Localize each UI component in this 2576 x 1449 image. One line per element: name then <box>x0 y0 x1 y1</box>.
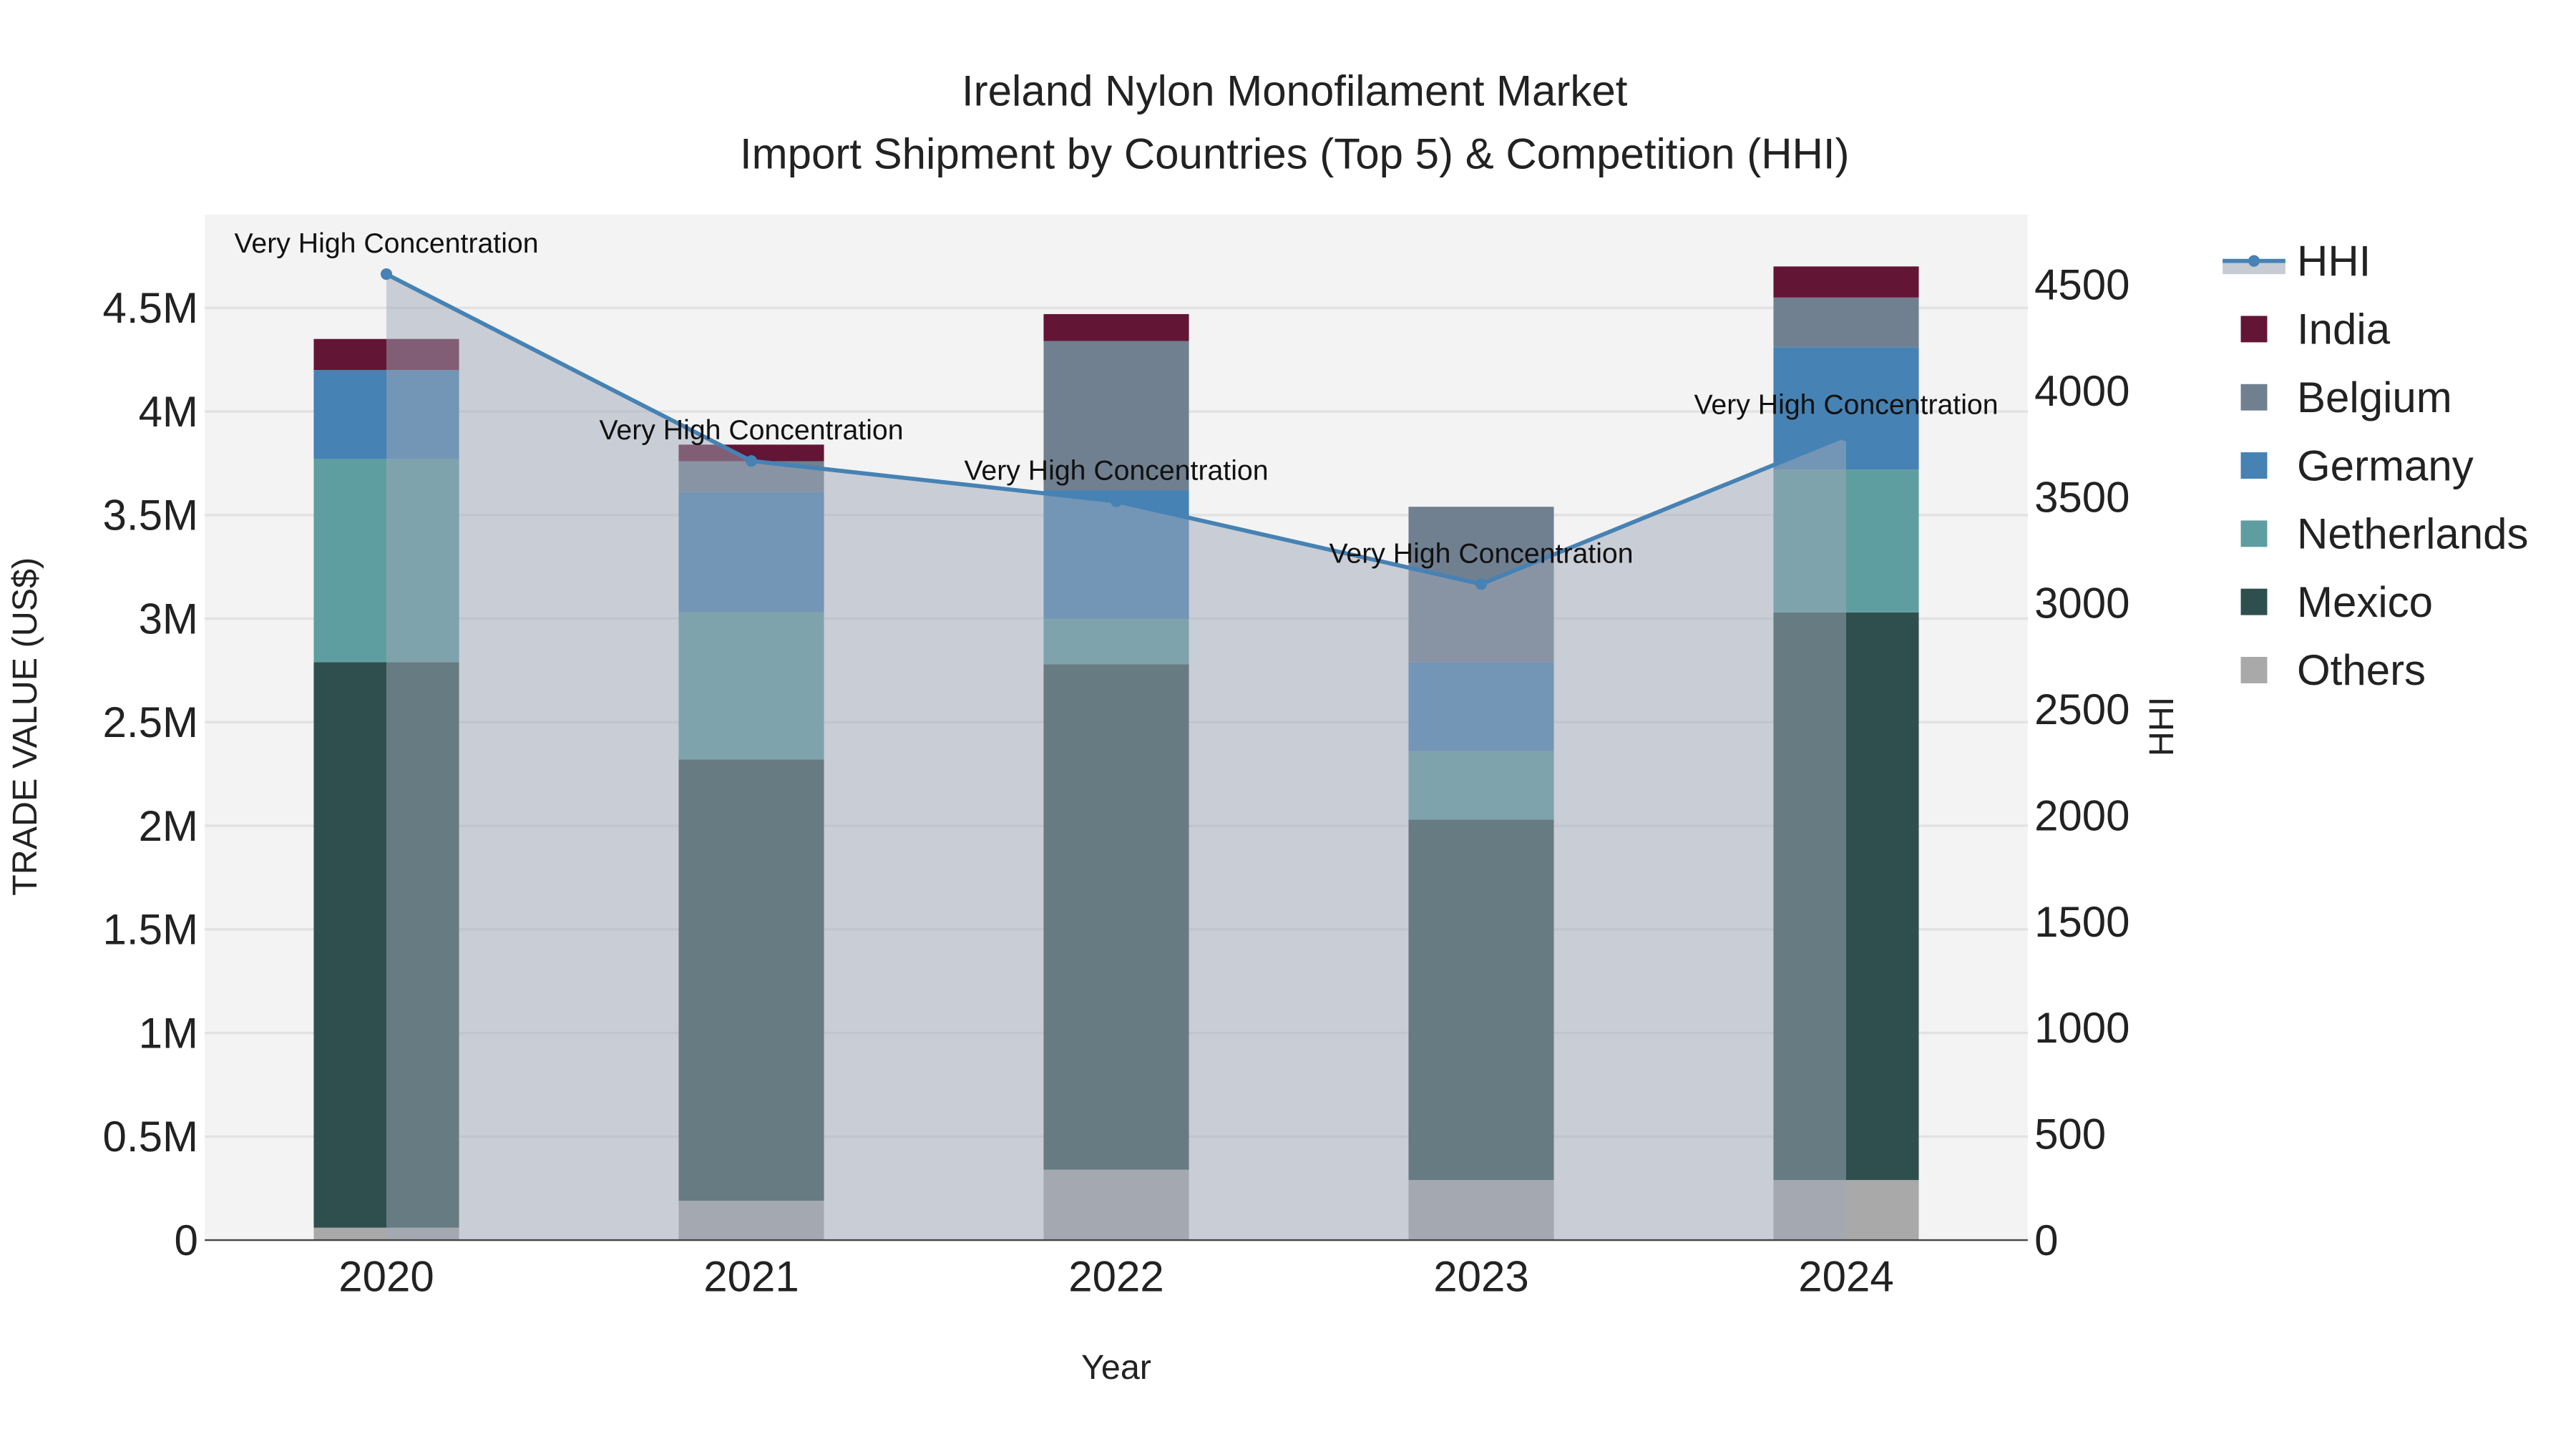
y2-tick-label: 1000 <box>2034 1004 2129 1052</box>
y2-tick-label: 3500 <box>2034 473 2129 521</box>
y-tick-label: 2.5M <box>103 698 198 746</box>
legend-item-netherlands[interactable]: Netherlands <box>2297 510 2529 558</box>
y-tick-label: 4M <box>139 388 198 436</box>
x-axis-title: Year <box>1081 1348 1151 1387</box>
y-tick-label: 1.5M <box>103 906 198 954</box>
y2-tick-label: 4000 <box>2034 367 2129 415</box>
legend: HHI India Belgium Germany Netherlands Mexico O… <box>2223 237 2529 694</box>
hhi-annotation: Very High Concentration <box>964 455 1268 487</box>
hhi-annotation: Very High Concentration <box>1329 537 1633 569</box>
y-tick-label: 4.5M <box>103 284 198 332</box>
x-tick-label: 2021 <box>703 1253 799 1301</box>
x-tick-label: 2020 <box>338 1253 434 1301</box>
legend-item-belgium[interactable]: Belgium <box>2297 374 2452 421</box>
hhi-point-2022[interactable] <box>1110 495 1123 507</box>
y-tick-label: 2M <box>139 802 198 850</box>
y-tick-label: 3M <box>139 595 198 643</box>
y-tick-label: 3.5M <box>103 492 198 540</box>
legend-hhi-marker <box>2248 255 2260 267</box>
y-tick-label: 1M <box>139 1009 198 1057</box>
y2-tick-label: 3000 <box>2034 580 2129 628</box>
legend-item-hhi[interactable]: HHI <box>2297 237 2371 285</box>
hhi-point-2024[interactable] <box>1840 429 1853 441</box>
hhi-annotation: Very High Concentration <box>599 414 903 446</box>
legend-swatch-netherlands <box>2240 520 2268 547</box>
bar-india-2024[interactable] <box>1773 266 1919 298</box>
legend-item-mexico[interactable]: Mexico <box>2297 578 2433 626</box>
legend-swatch-india <box>2240 316 2268 343</box>
chart-title-line1: Ireland Nylon Monofilament Market <box>962 67 1628 115</box>
y2-tick-label: 2500 <box>2034 686 2129 733</box>
chart: Very High Concentration Very High Concent… <box>6 67 2529 1387</box>
legend-item-germany[interactable]: Germany <box>2297 441 2474 489</box>
legend-item-india[interactable]: India <box>2297 306 2391 353</box>
y-tick-label: 0.5M <box>103 1113 198 1161</box>
hhi-point-2021[interactable] <box>745 455 758 467</box>
hhi-annotation: Very High Concentration <box>234 228 538 259</box>
y2-tick-label: 500 <box>2034 1110 2106 1158</box>
hhi-point-2020[interactable] <box>380 268 393 280</box>
legend-item-others[interactable]: Others <box>2297 646 2426 694</box>
y2-tick-label: 1500 <box>2034 898 2129 946</box>
y2-axis-title: HHI <box>2142 697 2181 756</box>
y2-tick-label: 4500 <box>2034 261 2129 309</box>
y-tick-label: 0 <box>175 1216 198 1264</box>
x-tick-label: 2022 <box>1068 1253 1163 1301</box>
y-axis-title: TRADE VALUE (US$) <box>6 557 44 896</box>
bar-india-2022[interactable] <box>1043 313 1189 341</box>
hhi-point-2023[interactable] <box>1475 578 1488 590</box>
y2-tick-label: 2000 <box>2034 791 2129 839</box>
x-tick-label: 2023 <box>1433 1253 1528 1301</box>
y2-tick-label: 0 <box>2034 1216 2058 1264</box>
legend-swatch-others <box>2240 657 2268 683</box>
legend-swatch-belgium <box>2240 384 2268 411</box>
bar-belgium-2024[interactable] <box>1773 297 1919 348</box>
chart-title-line2: Import Shipment by Countries (Top 5) & C… <box>740 130 1850 177</box>
x-tick-label: 2024 <box>1798 1253 1893 1301</box>
legend-swatch-mexico <box>2240 588 2268 615</box>
hhi-annotation: Very High Concentration <box>1694 389 1998 421</box>
legend-swatch-germany <box>2240 452 2268 479</box>
